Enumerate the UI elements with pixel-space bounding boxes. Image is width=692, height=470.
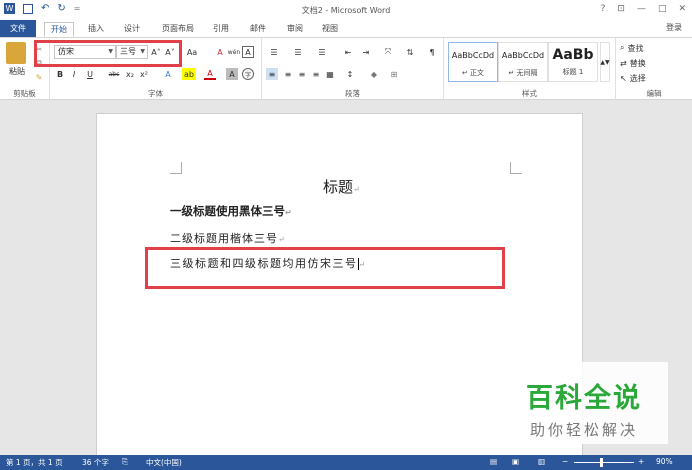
- editing-label: 编辑: [646, 89, 662, 98]
- distribute-icon[interactable]: ▦: [324, 68, 336, 80]
- clipboard-label: 剪贴板: [13, 89, 36, 98]
- crop-mark: [510, 162, 522, 174]
- styles-group: AaBbCcDd ↵ 正文 AaBbCcDd ↵ 无间隔 AaBb 标题 1 ▲▼ 样…: [444, 38, 616, 100]
- status-bar: 第 1 页，共 1 页 36 个字 ⎘ 中文(中国) ▤ ▣ ▥ − + 90%: [0, 455, 692, 470]
- paste-icon[interactable]: [6, 42, 26, 64]
- tab-home[interactable]: 开始: [44, 22, 74, 37]
- doc-title: 标题↵: [323, 178, 360, 196]
- align-right-icon[interactable]: ≡: [296, 68, 308, 80]
- bold-button[interactable]: B: [54, 68, 66, 80]
- text-highlight-box: [145, 247, 505, 289]
- tab-view[interactable]: 视图: [316, 22, 344, 37]
- paste-button[interactable]: 粘贴: [4, 66, 30, 76]
- watermark-logo: 百科全说 助你轻松解决: [500, 362, 668, 444]
- minimize-icon[interactable]: —: [637, 4, 646, 14]
- title-bar: W ↶ ↻ = 文档2 - Microsoft Word ? ⊡ — □ ✕: [0, 0, 692, 20]
- paragraph-label: 段落: [345, 89, 360, 98]
- font-color-button[interactable]: A: [204, 68, 216, 80]
- strikethrough-button[interactable]: abc: [106, 68, 122, 80]
- font-highlight-box: [34, 40, 182, 67]
- zoom-slider-handle[interactable]: [600, 458, 603, 467]
- zoom-out-icon[interactable]: −: [562, 457, 568, 466]
- format-painter-icon[interactable]: ✎: [34, 72, 44, 82]
- find-icon: ⌕: [620, 43, 625, 52]
- font-label: 字体: [148, 89, 163, 98]
- subscript-button[interactable]: x₂: [124, 68, 136, 80]
- zoom-level[interactable]: 90%: [656, 457, 673, 466]
- login-link[interactable]: 登录: [666, 22, 682, 33]
- multilevel-list-icon[interactable]: ☰: [314, 46, 330, 58]
- help-icon[interactable]: ?: [601, 4, 606, 14]
- tab-review[interactable]: 审阅: [281, 22, 309, 37]
- styles-label: 样式: [522, 89, 537, 98]
- language[interactable]: 中文(中国): [146, 457, 182, 468]
- window-title: 文档2 - Microsoft Word: [301, 6, 391, 15]
- zoom-slider[interactable]: [574, 462, 634, 463]
- print-layout-icon[interactable]: ▣: [512, 457, 519, 466]
- find-button[interactable]: ⌕ 查找: [620, 42, 670, 54]
- align-center-icon[interactable]: ≡: [282, 68, 294, 80]
- tab-references[interactable]: 引用: [207, 22, 235, 37]
- numbering-icon[interactable]: ☰: [290, 46, 306, 58]
- tab-layout[interactable]: 页面布局: [156, 22, 200, 37]
- justify-icon[interactable]: ≡: [310, 68, 322, 80]
- tab-design[interactable]: 设计: [118, 22, 146, 37]
- tab-file[interactable]: 文件: [0, 20, 36, 37]
- style-heading-1[interactable]: AaBb 标题 1: [548, 42, 598, 82]
- crop-mark: [170, 162, 182, 174]
- editing-group: ⌕ 查找 ⇄ 替换 ↖ 选择 编辑: [616, 38, 692, 100]
- close-icon[interactable]: ✕: [678, 4, 686, 14]
- paragraph-group: ☰ ☰ ☰ ⇤ ⇥ ⤧ ⇅ ¶ ≡ ≡ ≡ ≡ ▦ ↕ ◆ ⊞ 段落: [262, 38, 444, 100]
- italic-button[interactable]: I: [68, 68, 80, 80]
- doc-line-1: 一级标题使用黑体三号↵: [170, 204, 292, 218]
- line-spacing-icon[interactable]: ↕: [342, 68, 358, 80]
- style-normal[interactable]: AaBbCcDd ↵ 正文: [448, 42, 498, 82]
- select-button[interactable]: ↖ 选择: [620, 72, 670, 84]
- proofing-icon[interactable]: ⎘: [122, 457, 128, 467]
- pinyin-button[interactable]: wén: [228, 46, 240, 58]
- read-mode-icon[interactable]: ▤: [490, 457, 497, 466]
- page-count[interactable]: 第 1 页，共 1 页: [6, 457, 63, 468]
- tab-insert[interactable]: 插入: [82, 22, 110, 37]
- char-shading-button[interactable]: A: [226, 68, 238, 80]
- ribbon-display-icon[interactable]: ⊡: [617, 4, 625, 14]
- maximize-icon[interactable]: □: [658, 4, 667, 14]
- tab-mailings[interactable]: 邮件: [244, 22, 272, 37]
- styles-scroll[interactable]: ▲▼: [600, 42, 610, 82]
- word-count[interactable]: 36 个字: [82, 457, 109, 468]
- increase-indent-icon[interactable]: ⇥: [358, 46, 374, 58]
- bullets-icon[interactable]: ☰: [266, 46, 282, 58]
- text-effects-button[interactable]: A: [162, 68, 174, 80]
- replace-icon: ⇄: [620, 58, 627, 68]
- zoom-in-icon[interactable]: +: [638, 457, 644, 466]
- ribbon-tabs: 文件 开始 插入 设计 页面布局 引用 邮件 审阅 视图 登录: [0, 20, 692, 37]
- align-left-icon[interactable]: ≡: [266, 68, 278, 80]
- superscript-button[interactable]: x²: [138, 68, 150, 80]
- char-border-button[interactable]: A: [242, 46, 254, 58]
- shading-icon[interactable]: ◆: [366, 68, 382, 80]
- clear-format-button[interactable]: A: [214, 46, 226, 58]
- doc-line-2: 二级标题用楷体三号↵: [170, 232, 286, 245]
- chinese-layout-icon[interactable]: ⤧: [380, 46, 396, 58]
- web-layout-icon[interactable]: ▥: [538, 457, 545, 466]
- decrease-indent-icon[interactable]: ⇤: [340, 46, 356, 58]
- borders-icon[interactable]: ⊞: [386, 68, 402, 80]
- sort-icon[interactable]: ⇅: [404, 46, 416, 58]
- highlight-button[interactable]: ab: [182, 68, 196, 80]
- replace-button[interactable]: ⇄ 替换: [620, 57, 670, 69]
- style-no-spacing[interactable]: AaBbCcDd ↵ 无间隔: [498, 42, 548, 82]
- underline-button[interactable]: U: [84, 68, 96, 80]
- change-case-button[interactable]: Aa: [184, 46, 200, 58]
- enclose-char-button[interactable]: 字: [242, 68, 254, 80]
- show-marks-icon[interactable]: ¶: [426, 46, 438, 58]
- cursor-icon: ↖: [620, 73, 627, 83]
